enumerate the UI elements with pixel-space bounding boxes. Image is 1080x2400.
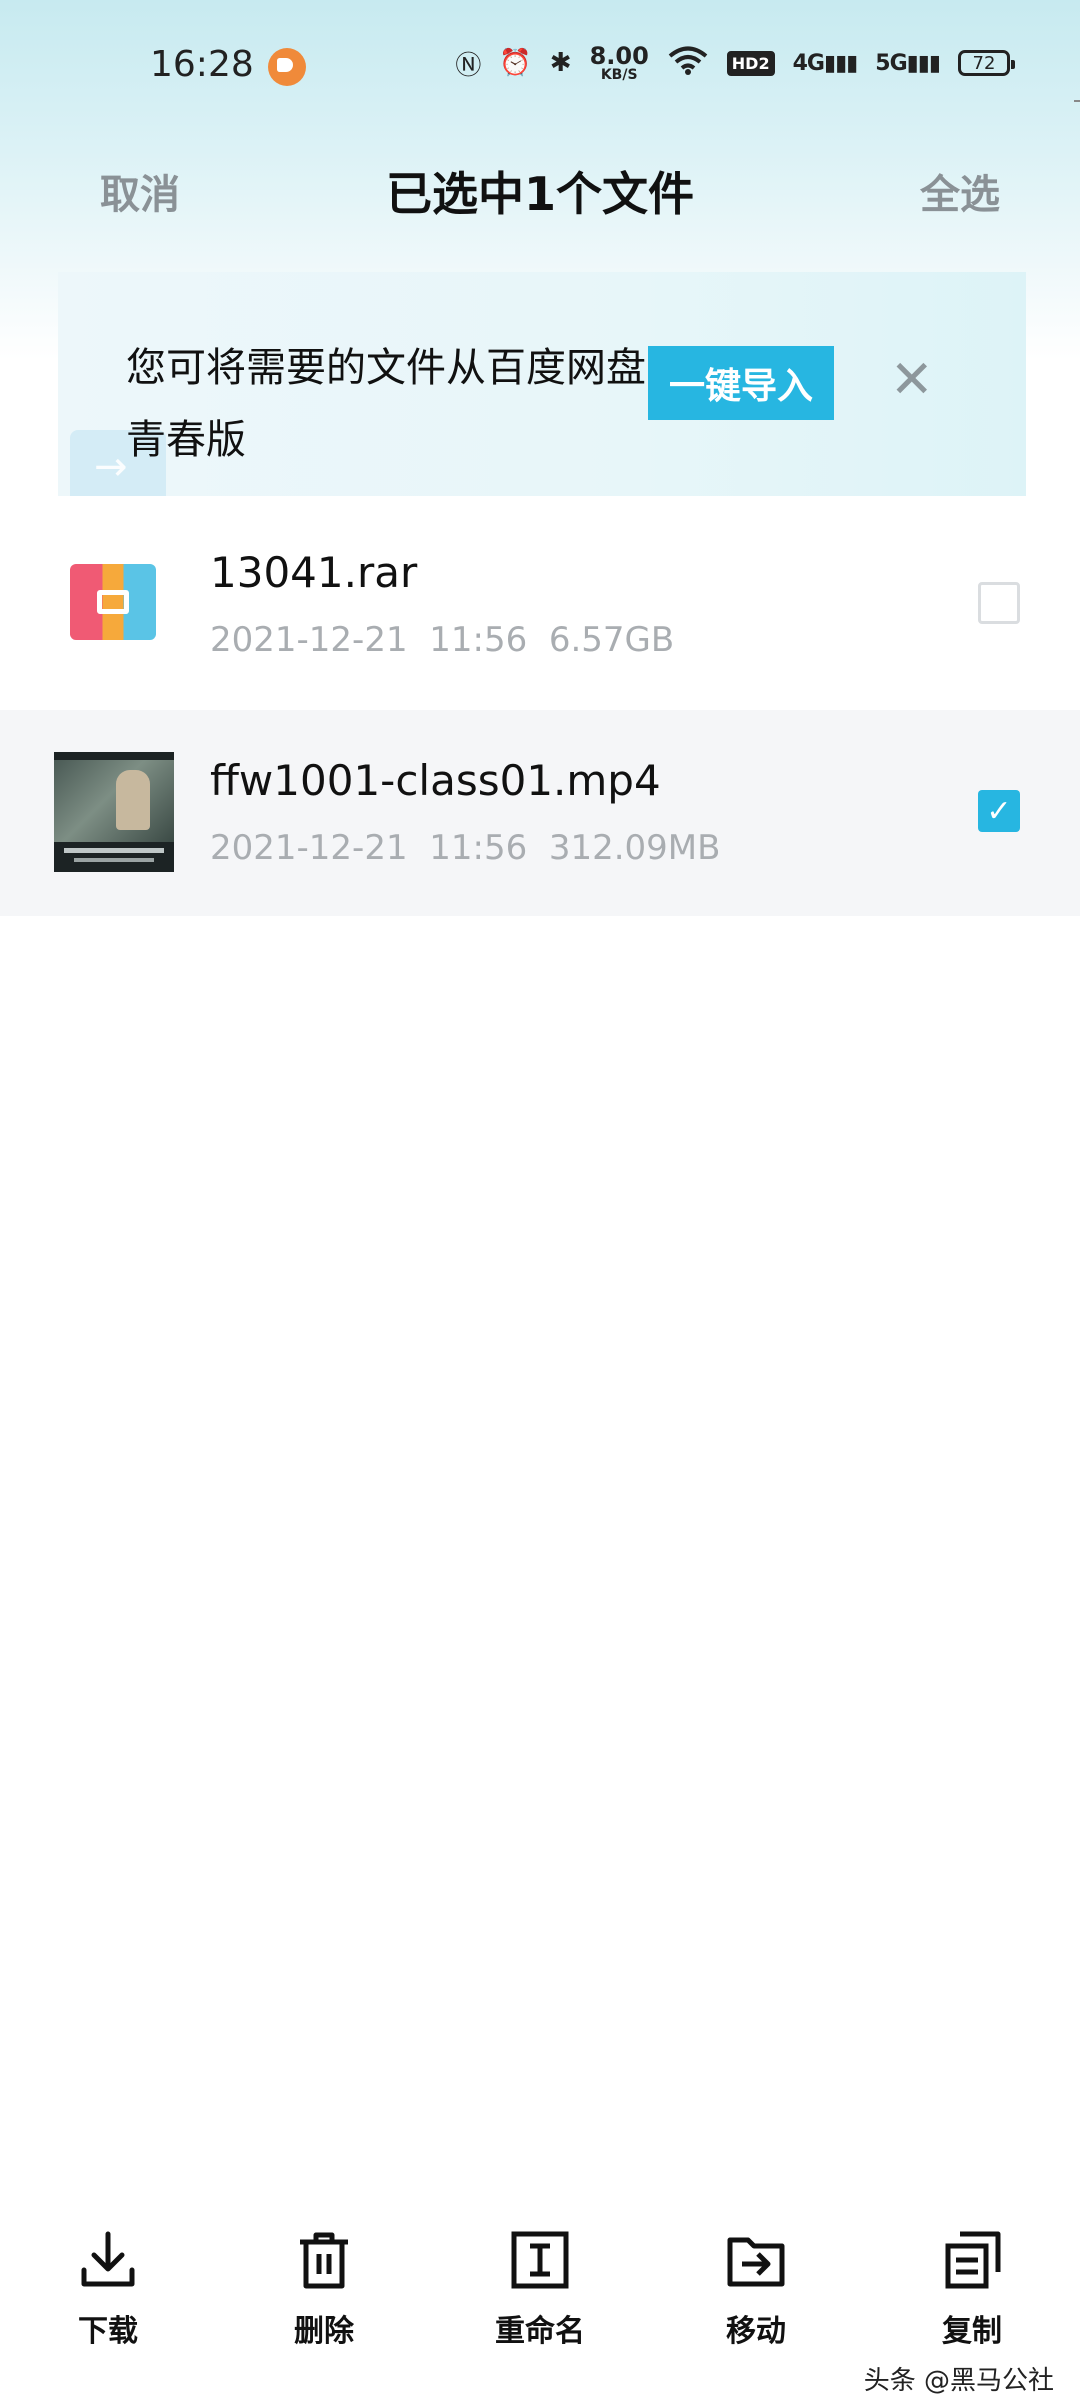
delete-button[interactable]: 删除	[244, 2210, 404, 2360]
close-icon[interactable]: ✕	[890, 354, 934, 406]
move-folder-icon	[727, 2237, 785, 2287]
move-button[interactable]: 移动	[676, 2210, 836, 2360]
watermark: 头条 @黑马公社	[863, 2366, 1054, 2396]
wifi-icon	[667, 45, 709, 82]
file-time: 11:56	[429, 620, 528, 660]
signal-5g-label: 5G	[875, 50, 907, 76]
signal-5g-icon: 5G▮▮▮	[875, 50, 941, 76]
file-time: 11:56	[429, 828, 528, 868]
status-bar: 16:28 Ⓝ ⏰ ✱ 8.00 KB/S HD2 4G▮▮▮ 5G▮▮▮ 72	[0, 0, 1080, 135]
file-date: 2021-12-21	[210, 828, 408, 868]
download-icon	[81, 2231, 135, 2287]
file-size: 6.57GB	[548, 620, 675, 660]
download-button[interactable]: 下载	[28, 2210, 188, 2360]
network-speed-unit: KB/S	[600, 67, 638, 83]
file-date: 2021-12-21	[210, 620, 408, 660]
page-title: 已选中1个文件	[385, 167, 694, 221]
file-row[interactable]: ffw1001-class01.mp4 2021-12-21 11:56 312…	[0, 710, 1080, 916]
file-checkbox-checked[interactable]: ✓	[978, 790, 1020, 832]
banner-text: 您可将需要的文件从百度网盘导入青春版	[126, 345, 726, 463]
select-all-button[interactable]: 全选	[920, 162, 1000, 220]
file-size: 312.09MB	[548, 828, 721, 868]
hd-voice-icon: HD2	[726, 50, 775, 76]
battery-level: 72	[972, 52, 996, 74]
edge-mark	[1074, 100, 1080, 102]
network-speed: 8.00 KB/S	[590, 44, 649, 82]
battery-icon: 72	[958, 50, 1015, 76]
file-name: ffw1001-class01.mp4	[210, 756, 661, 805]
copy-icon	[945, 2231, 1001, 2289]
file-meta: 2021-12-21 11:56 6.57GB	[210, 620, 674, 660]
file-name: 13041.rar	[210, 548, 418, 597]
signal-4g-icon: 4G▮▮▮	[792, 50, 859, 76]
one-click-import-button[interactable]: 一键导入	[648, 346, 834, 420]
copy-label: 复制	[942, 2314, 1002, 2349]
file-row[interactable]: 13041.rar 2021-12-21 11:56 6.57GB	[0, 500, 1080, 710]
file-checkbox-unchecked[interactable]	[978, 582, 1020, 624]
rename-label: 重命名	[495, 2314, 585, 2349]
rename-button[interactable]: 重命名	[460, 2210, 620, 2360]
bluetooth-icon: ✱	[549, 48, 572, 78]
video-thumbnail	[54, 752, 174, 872]
app-notification-icon	[268, 48, 306, 86]
signal-4g-label: 4G	[792, 50, 825, 76]
network-speed-value: 8.00	[589, 42, 649, 70]
move-label: 移动	[726, 2314, 786, 2349]
nfc-icon: Ⓝ	[455, 50, 482, 81]
delete-label: 删除	[294, 2314, 354, 2349]
trash-icon	[300, 2232, 348, 2289]
status-time: 16:28	[150, 44, 254, 85]
alarm-icon: ⏰	[499, 48, 532, 78]
import-banner: → 您可将需要的文件从百度网盘导入青春版 一键导入 ✕	[58, 272, 1026, 496]
rar-archive-icon	[70, 564, 156, 640]
copy-button[interactable]: 复制	[892, 2210, 1052, 2360]
download-label: 下载	[78, 2314, 138, 2349]
rename-icon	[511, 2231, 569, 2289]
status-icons: Ⓝ ⏰ ✱ 8.00 KB/S HD2 4G▮▮▮ 5G▮▮▮ 72	[455, 44, 1015, 82]
file-meta: 2021-12-21 11:56 312.09MB	[210, 828, 720, 868]
